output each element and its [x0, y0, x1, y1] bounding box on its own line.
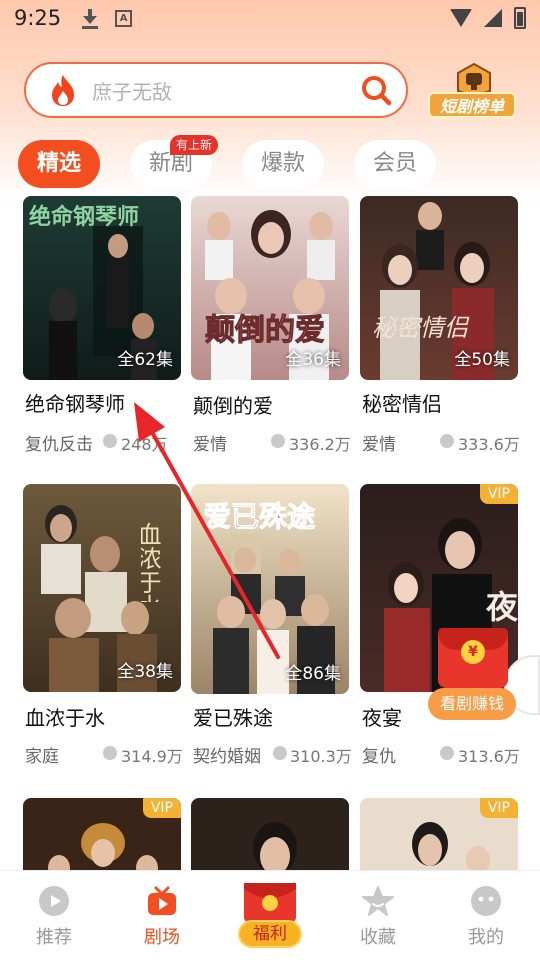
play-count-icon	[273, 746, 287, 760]
poster-title-art: 夜	[486, 588, 518, 626]
nav-favorites-label: 收藏	[360, 927, 396, 948]
tv-icon	[148, 886, 176, 915]
episode-count: 全50集	[454, 350, 510, 370]
battery-icon	[514, 7, 526, 29]
status-time: 9:25	[14, 6, 62, 30]
poster-title-art: 绝命钢琴师	[29, 204, 139, 230]
drama-poster[interactable]: 颠倒的爱 全36集	[191, 196, 349, 380]
nav-favorites[interactable]: 收藏	[324, 871, 432, 960]
drama-grid: 绝命钢琴师 全62集 绝命钢琴师 复仇反击 248万 颠倒的爱 全36集 颠倒的…	[0, 196, 540, 870]
nav-theater[interactable]: 剧场	[108, 871, 216, 960]
drama-ranking-button[interactable]: 短剧榜单	[426, 62, 516, 120]
episode-count: 全62集	[117, 350, 173, 370]
search-placeholder[interactable]: 庶子无敌	[92, 76, 360, 105]
status-bar: 9:25 A	[0, 0, 540, 36]
tab-featured[interactable]: 精选	[18, 140, 100, 188]
play-count-icon	[440, 434, 454, 448]
drama-views: 310.3万	[290, 747, 352, 766]
vip-badge: VIP	[479, 484, 518, 504]
tab-hits[interactable]: 爆款	[242, 140, 324, 188]
drama-poster[interactable]	[191, 798, 349, 870]
episode-count: 全38集	[117, 662, 173, 682]
signal-icon	[484, 9, 502, 27]
search-icon[interactable]	[360, 74, 392, 106]
drama-views: 333.6万	[458, 435, 520, 454]
poster-title-art: 爱已殊途	[203, 500, 317, 534]
download-icon	[81, 7, 99, 29]
tab-members[interactable]: 会员	[354, 140, 436, 188]
category-tabs: 精选 新剧 爆款 会员	[0, 138, 540, 190]
drama-poster[interactable]: VIP	[360, 798, 518, 870]
poster-image	[191, 798, 349, 870]
red-envelope-icon	[244, 883, 296, 923]
drama-ranking-label: 短剧榜单	[428, 92, 516, 118]
drama-genre: 爱情	[193, 435, 227, 455]
play-count-icon	[440, 746, 454, 760]
play-count-icon	[103, 434, 117, 448]
vip-badge: VIP	[142, 798, 181, 818]
drama-title[interactable]: 绝命钢琴师	[25, 388, 125, 417]
nav-recommend-label: 推荐	[36, 927, 72, 948]
drama-views: 314.9万	[121, 747, 183, 766]
drama-genre: 家庭	[25, 747, 59, 767]
drama-genre: 复仇反击	[25, 435, 93, 455]
drama-title[interactable]: 血浓于水	[25, 702, 105, 731]
drama-poster[interactable]: 绝命钢琴师 全62集	[23, 196, 181, 380]
face-icon	[471, 886, 501, 916]
drama-title[interactable]: 爱已殊途	[193, 702, 273, 731]
drama-poster[interactable]: 爱已殊途 全86集	[191, 484, 349, 694]
svg-text:爱已殊途: 爱已殊途	[203, 500, 316, 533]
fire-icon	[52, 75, 74, 106]
drama-poster[interactable]: VIP	[23, 798, 181, 870]
drama-genre: 复仇	[362, 747, 396, 767]
play-count-icon	[271, 434, 285, 448]
star-icon	[362, 886, 394, 916]
wifi-icon	[450, 9, 472, 27]
svg-text:颠倒的爱: 颠倒的爱	[205, 313, 325, 348]
nav-theater-label: 剧场	[144, 927, 180, 948]
nav-welfare-label[interactable]: 福利	[238, 920, 302, 948]
drama-views: 248万	[121, 435, 168, 454]
svg-text:绝命钢琴师: 绝命钢琴师	[29, 204, 139, 230]
poster-title-art: 秘密情侣	[372, 314, 470, 342]
coin-icon: ¥	[461, 640, 485, 664]
episode-count: 全86集	[285, 664, 341, 684]
svg-text:血浓于水: 血浓于水	[141, 522, 161, 602]
a-notification-icon: A	[115, 9, 133, 27]
drama-title[interactable]: 秘密情侣	[362, 388, 442, 417]
episode-count: 全36集	[285, 350, 341, 370]
watch-earn-label: 看剧赚钱	[428, 688, 516, 720]
play-circle-icon	[39, 886, 69, 916]
drama-title[interactable]: 颠倒的爱	[193, 390, 273, 419]
drama-views: 313.6万	[458, 747, 520, 766]
vip-badge: VIP	[479, 798, 518, 818]
drama-poster[interactable]: 秘密情侣 全50集	[360, 196, 518, 380]
new-update-badge: 有上新	[170, 135, 219, 155]
play-count-icon	[103, 746, 117, 760]
nav-recommend[interactable]: 推荐	[0, 871, 108, 960]
drama-genre: 爱情	[362, 435, 396, 455]
drama-genre: 契约婚姻	[193, 747, 261, 767]
nav-profile-label: 我的	[468, 927, 504, 948]
poster-title-art: 颠倒的爱	[205, 313, 326, 349]
drama-views: 336.2万	[289, 435, 351, 454]
svg-text:夜: 夜	[486, 588, 518, 626]
drama-poster[interactable]: 血浓于水 全38集	[23, 484, 181, 692]
poster-title-art: 血浓于水	[141, 522, 161, 602]
watch-earn-reward-button[interactable]: ¥ 看剧赚钱	[426, 628, 518, 720]
nav-profile[interactable]: 我的	[432, 871, 540, 960]
svg-text:秘密情侣: 秘密情侣	[372, 314, 470, 342]
search-bar[interactable]: 庶子无敌	[24, 62, 408, 118]
drama-title[interactable]: 夜宴	[362, 702, 402, 731]
trophy-icon	[457, 62, 491, 96]
